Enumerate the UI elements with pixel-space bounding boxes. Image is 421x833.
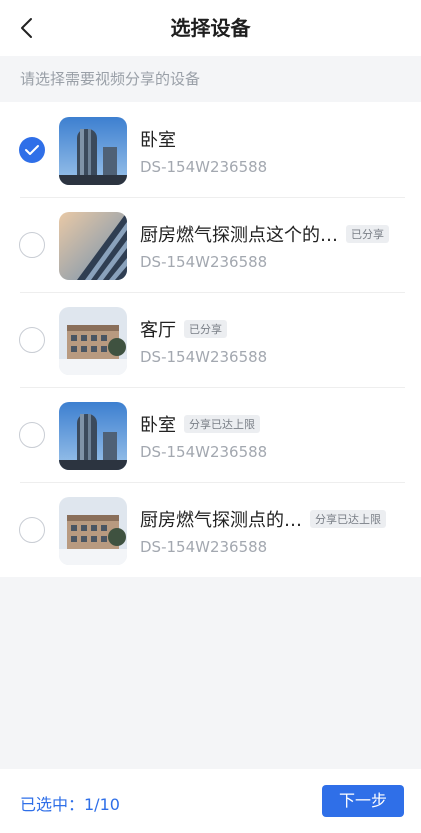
device-row[interactable]: 厨房燃气探测点的… 分享已达上限 DS-154W236588 — [0, 482, 421, 577]
next-button[interactable]: 下一步 — [322, 785, 404, 817]
header: 选择设备 — [0, 0, 421, 56]
hint-bar: 请选择需要视频分享的设备 — [0, 56, 421, 102]
device-name-line: 厨房燃气探测点这个的… 已分享 — [140, 221, 389, 247]
status-badge: 分享已达上限 — [310, 510, 386, 528]
device-checkbox[interactable] — [19, 137, 45, 163]
device-serial: DS-154W236588 — [140, 253, 268, 271]
device-serial: DS-154W236588 — [140, 158, 268, 176]
device-row[interactable]: 卧室 分享已达上限 DS-154W236588 — [0, 387, 421, 482]
device-name: 厨房燃气探测点这个的… — [140, 225, 338, 246]
device-row[interactable]: 卧室 DS-154W236588 — [0, 102, 421, 197]
device-thumbnail — [59, 497, 127, 565]
device-checkbox[interactable] — [19, 327, 45, 353]
status-badge: 已分享 — [184, 320, 227, 338]
device-thumbnail — [59, 212, 127, 280]
device-name-line: 卧室 分享已达上限 — [140, 411, 260, 437]
device-name-line: 厨房燃气探测点的… 分享已达上限 — [140, 506, 386, 532]
device-name-line: 客厅 已分享 — [140, 316, 227, 342]
device-thumbnail — [59, 307, 127, 375]
device-thumbnail — [59, 117, 127, 185]
status-badge: 已分享 — [346, 225, 389, 243]
device-serial: DS-154W236588 — [140, 443, 268, 461]
device-serial: DS-154W236588 — [140, 348, 268, 366]
device-row[interactable]: 厨房燃气探测点这个的… 已分享 DS-154W236588 — [0, 197, 421, 292]
device-name: 卧室 — [140, 415, 176, 436]
device-checkbox[interactable] — [19, 517, 45, 543]
device-checkbox[interactable] — [19, 232, 45, 258]
device-serial: DS-154W236588 — [140, 538, 268, 556]
device-name-line: 卧室 — [140, 126, 176, 152]
device-name: 客厅 — [140, 320, 176, 341]
device-name: 卧室 — [140, 130, 176, 151]
selected-count: 已选中：1/10 — [20, 795, 120, 814]
device-checkbox[interactable] — [19, 422, 45, 448]
device-name: 厨房燃气探测点的… — [140, 510, 302, 531]
hint-text: 请选择需要视频分享的设备 — [20, 70, 201, 88]
check-icon — [25, 145, 39, 155]
footer-bar: 已选中：1/10 下一步 — [0, 769, 421, 833]
status-badge: 分享已达上限 — [184, 415, 260, 433]
page-title: 选择设备 — [170, 16, 251, 40]
device-list: 卧室 DS-154W236588 厨房燃气探测点这个的… 已分享 DS-154W2… — [0, 102, 421, 577]
device-row[interactable]: 客厅 已分享 DS-154W236588 — [0, 292, 421, 387]
device-thumbnail — [59, 402, 127, 470]
